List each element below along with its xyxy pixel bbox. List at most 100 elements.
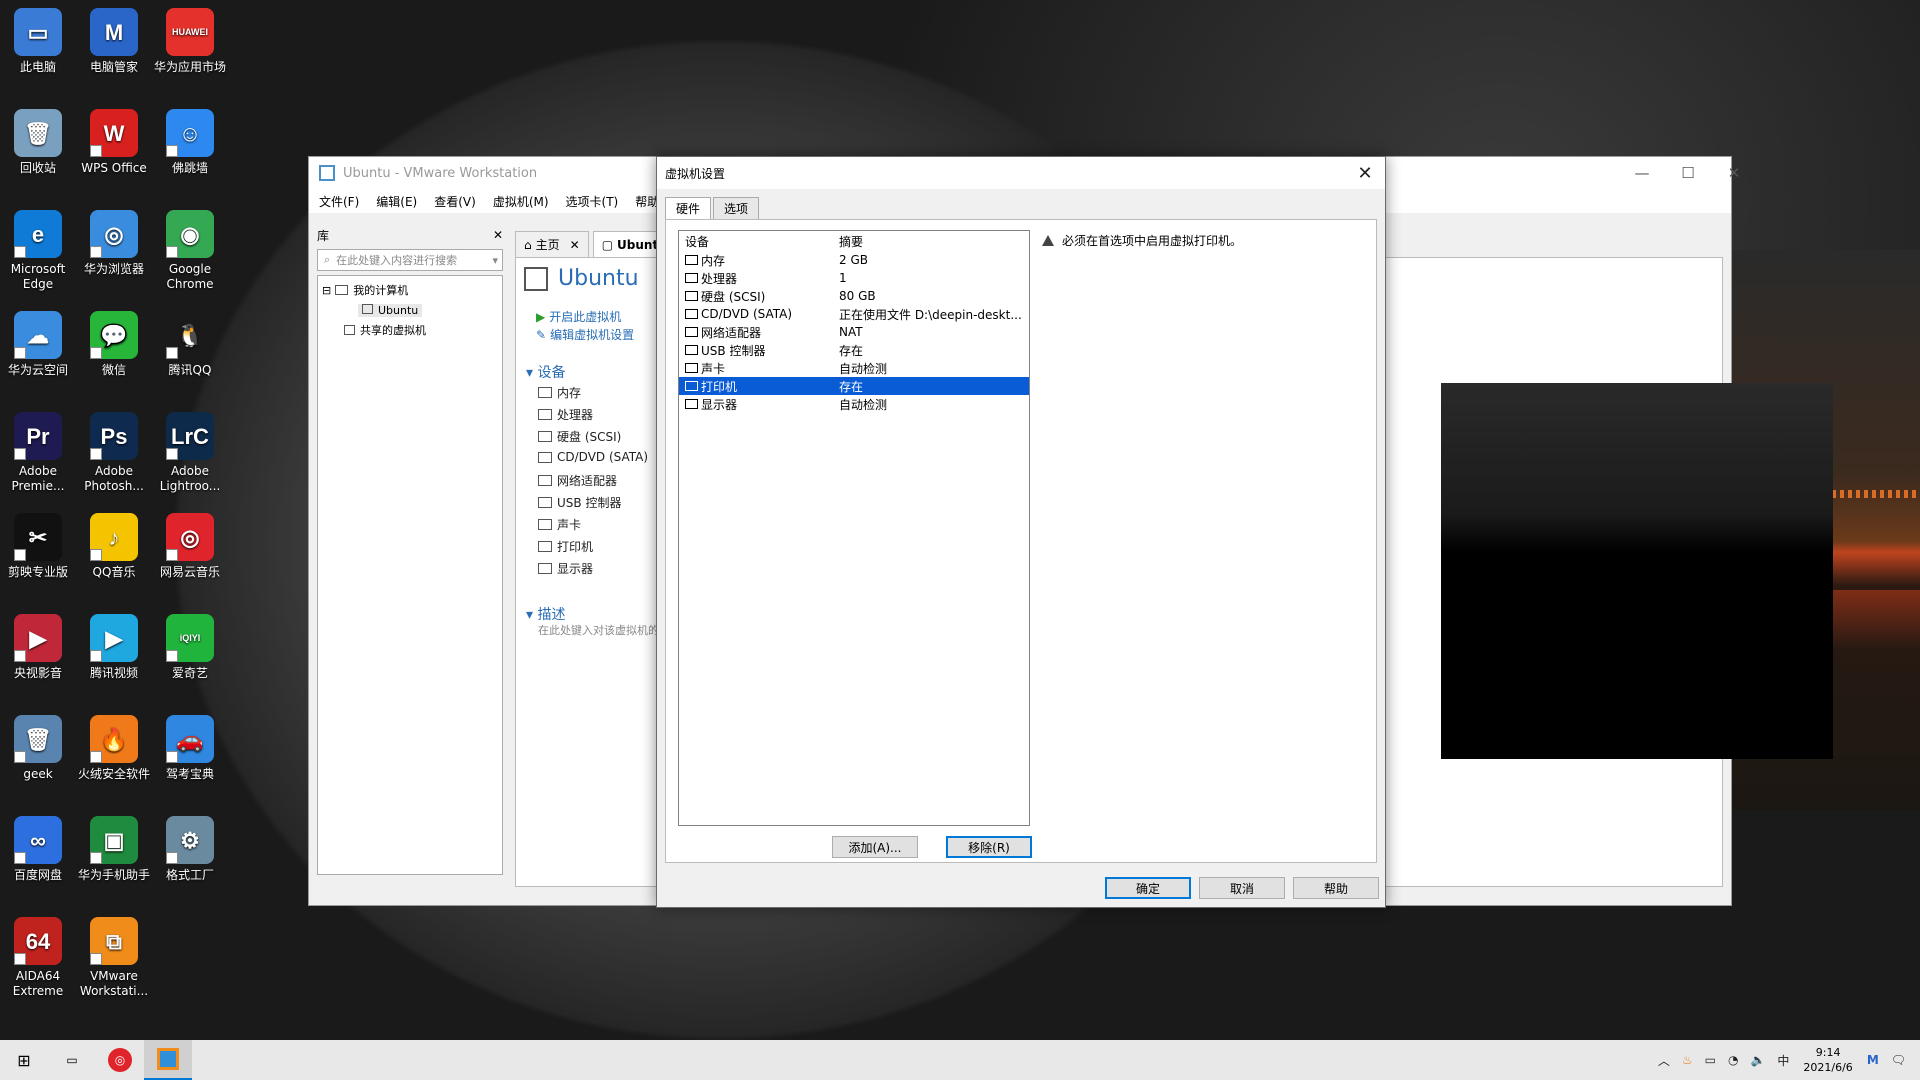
dialog-titlebar[interactable]: 虚拟机设置 ✕ <box>657 157 1385 189</box>
desktop-icon[interactable]: ◉ Google Chrome <box>152 204 228 292</box>
device-list[interactable]: 设备 摘要 内存 2 GB 处理器 1 硬盘 (SCSI) 80 GB CD/DVD (SA… <box>678 230 1030 826</box>
remove-button[interactable]: 移除(R) <box>946 836 1032 858</box>
device-summary-cell: NAT <box>839 325 863 339</box>
power-on-link[interactable]: ▶ 开启此虚拟机 <box>536 308 621 325</box>
menu-item[interactable]: 查看(V) <box>434 193 476 210</box>
device-row[interactable]: 内存 2 GB <box>679 251 1029 269</box>
volume-icon[interactable]: 🔈 <box>1750 1053 1765 1067</box>
chevron-up-icon[interactable]: ︿ <box>1658 1052 1670 1069</box>
desktop-icon[interactable]: 🗑 geek <box>0 709 76 782</box>
summary-device-item[interactable]: 网络适配器 <box>538 472 617 489</box>
collapse-icon[interactable]: ⊟ <box>322 284 331 297</box>
menu-item[interactable]: 文件(F) <box>319 193 359 210</box>
desktop-icon[interactable]: 💬 微信 <box>76 305 152 378</box>
device-row[interactable]: 网络适配器 NAT <box>679 323 1029 341</box>
task-view-button[interactable]: ▭ <box>48 1040 96 1080</box>
start-button[interactable]: ⊞ <box>0 1040 48 1080</box>
desktop-icon[interactable]: 🔥 火绒安全软件 <box>76 709 152 782</box>
desktop-icon[interactable]: ∞ 百度网盘 <box>0 810 76 883</box>
desktop-icon[interactable]: M 电脑管家 <box>76 2 152 75</box>
desktop-icon[interactable]: 64 AIDA64 Extreme <box>0 911 76 999</box>
desktop-icon[interactable]: ⧉ VMware Workstati... <box>76 911 152 999</box>
desktop-icon[interactable]: ▶ 腾讯视频 <box>76 608 152 681</box>
desktop-icon[interactable]: ♪ QQ音乐 <box>76 507 152 580</box>
vm-preview-thumbnail[interactable] <box>1441 383 1833 759</box>
device-row[interactable]: USB 控制器 存在 <box>679 341 1029 359</box>
summary-device-item[interactable]: 内存 <box>538 384 581 401</box>
desktop-icon[interactable]: ▣ 华为手机助手 <box>76 810 152 883</box>
desktop-icon[interactable]: ☁ 华为云空间 <box>0 305 76 378</box>
summary-device-item[interactable]: 打印机 <box>538 538 593 555</box>
desktop-icon[interactable]: 🗑 回收站 <box>0 103 76 176</box>
desktop-icon[interactable]: ▶ 央视影音 <box>0 608 76 681</box>
battery-icon[interactable]: ▭ <box>1705 1053 1716 1067</box>
desktop-icon[interactable]: iQIYI 爱奇艺 <box>152 608 228 681</box>
desktop-icon[interactable]: HUAWEI 华为应用市场 <box>152 2 228 75</box>
summary-device-item[interactable]: 显示器 <box>538 560 593 577</box>
desktop-icon[interactable]: W WPS Office <box>76 103 152 176</box>
maximize-icon[interactable]: ☐ <box>1665 157 1711 189</box>
description-section[interactable]: ▾ 描述 <box>526 604 565 624</box>
cancel-button[interactable]: 取消 <box>1199 877 1285 899</box>
desktop-icon[interactable]: ⚙ 格式工厂 <box>152 810 228 883</box>
desktop-icon[interactable]: 🐧 腾讯QQ <box>152 305 228 378</box>
minimize-icon[interactable]: — <box>1619 157 1665 189</box>
summary-device-item[interactable]: CD/DVD (SATA) <box>538 450 648 464</box>
huorong-icon[interactable]: ♨ <box>1682 1053 1693 1067</box>
column-summary[interactable]: 摘要 <box>835 233 1029 250</box>
desktop-icon[interactable]: ▭ 此电脑 <box>0 2 76 75</box>
edit-settings-link[interactable]: ✎ 编辑虚拟机设置 <box>536 326 634 343</box>
menu-item[interactable]: 虚拟机(M) <box>493 193 549 210</box>
device-row[interactable]: 声卡 自动检测 <box>679 359 1029 377</box>
desktop-icon[interactable]: ◎ 网易云音乐 <box>152 507 228 580</box>
menu-item[interactable]: 选项卡(T) <box>566 193 619 210</box>
tab-hardware[interactable]: 硬件 <box>665 197 712 219</box>
taskbar-vmware[interactable] <box>144 1040 192 1080</box>
chevron-down-icon[interactable]: ▾ <box>492 254 498 267</box>
notification-icon[interactable]: 🗨 <box>1891 1053 1906 1067</box>
summary-device-item[interactable]: USB 控制器 <box>538 494 621 511</box>
device-label: 网络适配器 <box>557 474 618 488</box>
desktop-icon[interactable]: 🚗 驾考宝典 <box>152 709 228 782</box>
tree-my-computer[interactable]: ⊟ 我的计算机 <box>322 280 498 300</box>
add-button[interactable]: 添加(A)... <box>832 836 918 858</box>
tab-close-icon[interactable]: ✕ <box>570 238 580 252</box>
column-device[interactable]: 设备 <box>679 233 835 250</box>
device-row[interactable]: 硬盘 (SCSI) 80 GB <box>679 287 1029 305</box>
desktop-icon[interactable]: LrC Adobe Lightroo... <box>152 406 228 494</box>
desktop-icon[interactable]: Pr Adobe Premie... <box>0 406 76 494</box>
device-row[interactable]: 显示器 自动检测 <box>679 395 1029 413</box>
tab-options[interactable]: 选项 <box>713 197 760 219</box>
shortcut-arrow-icon <box>14 953 26 965</box>
summary-device-item[interactable]: 声卡 <box>538 516 581 533</box>
device-row[interactable]: 处理器 1 <box>679 269 1029 287</box>
ok-button[interactable]: 确定 <box>1105 877 1191 899</box>
desktop-icon[interactable]: ✂ 剪映专业版 <box>0 507 76 580</box>
help-button[interactable]: 帮助 <box>1293 877 1379 899</box>
shortcut-arrow-icon <box>166 448 178 460</box>
device-name-cell: 内存 <box>679 252 835 269</box>
dialog-close-icon[interactable]: ✕ <box>1345 157 1385 189</box>
wifi-icon[interactable]: ◔ <box>1728 1053 1738 1067</box>
summary-device-item[interactable]: 处理器 <box>538 406 593 423</box>
pc-manager-tray-icon[interactable]: M <box>1867 1053 1879 1067</box>
desktop-icon[interactable]: Ps Adobe Photosh... <box>76 406 152 494</box>
summary-device-item[interactable]: 硬盘 (SCSI) <box>538 428 621 445</box>
desktop-icon[interactable]: e Microsoft Edge <box>0 204 76 292</box>
device-row[interactable]: CD/DVD (SATA) 正在使用文件 D:\deepin-deskt... <box>679 305 1029 323</box>
taskbar-netease-music[interactable]: ◎ <box>96 1040 144 1080</box>
menu-item[interactable]: 编辑(E) <box>376 193 417 210</box>
library-close-icon[interactable]: ✕ <box>493 228 503 242</box>
tree-shared-vms[interactable]: 共享的虚拟机 <box>322 320 498 340</box>
ime-indicator[interactable]: 中 <box>1777 1052 1789 1069</box>
shortcut-arrow-icon <box>166 751 178 763</box>
devices-section[interactable]: ▾ 设备 <box>526 362 565 382</box>
desktop-icon[interactable]: ☺ 佛跳墙 <box>152 103 228 176</box>
clock[interactable]: 9:14 2021/6/6 <box>1803 1045 1852 1075</box>
close-icon[interactable]: ✕ <box>1711 157 1757 189</box>
desktop-icon[interactable]: ◎ 华为浏览器 <box>76 204 152 277</box>
device-row[interactable]: 打印机 存在 <box>679 377 1029 395</box>
library-search-input[interactable]: ⌕ 在此处键入内容进行搜索 ▾ <box>317 249 503 271</box>
tree-vm-ubuntu[interactable]: Ubuntu <box>322 300 498 320</box>
tab-home[interactable]: ⌂ 主页 ✕ <box>515 231 589 257</box>
